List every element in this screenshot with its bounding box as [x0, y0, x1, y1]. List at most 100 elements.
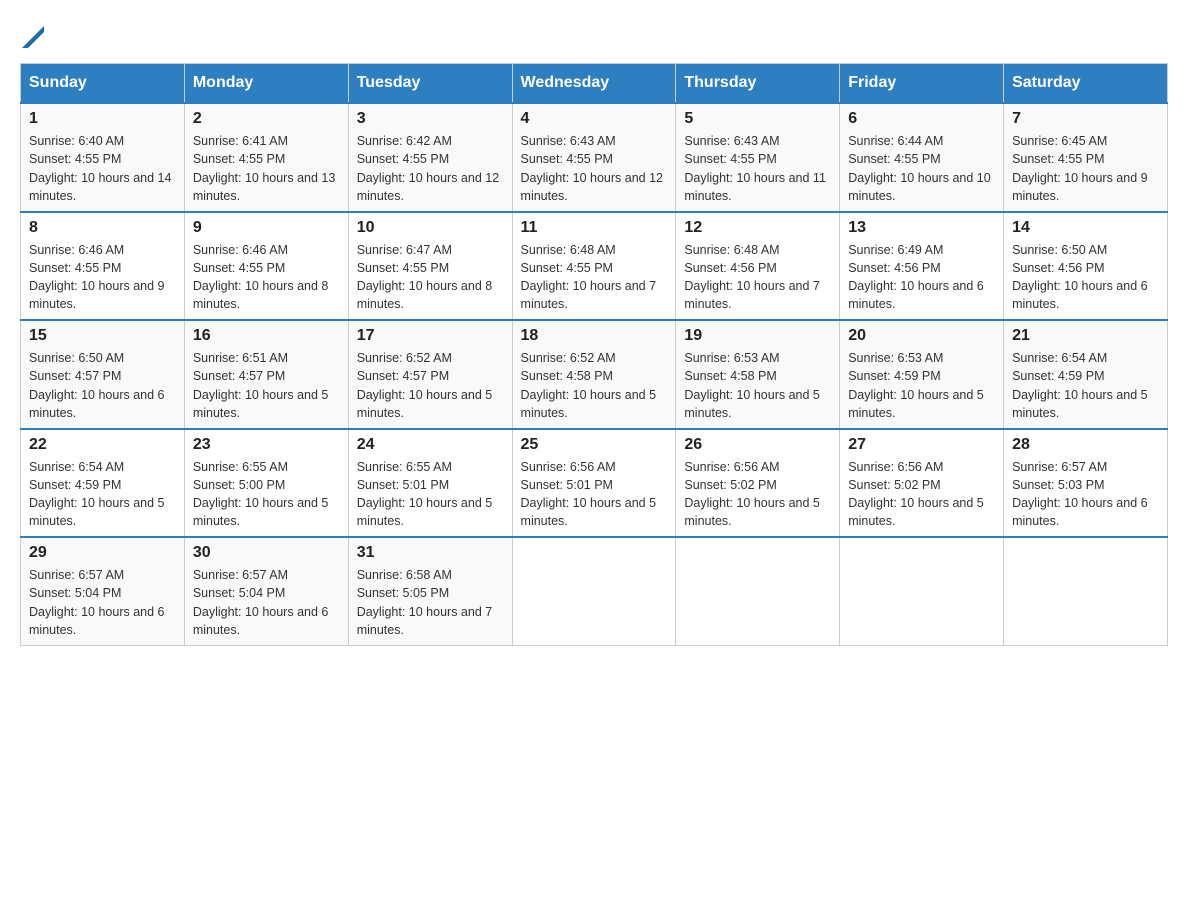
logo-icon	[22, 26, 44, 48]
weekday-header-row: SundayMondayTuesdayWednesdayThursdayFrid…	[21, 64, 1168, 104]
day-info: Sunrise: 6:41 AMSunset: 4:55 PMDaylight:…	[193, 132, 340, 205]
day-number: 29	[29, 544, 176, 562]
day-number: 14	[1012, 219, 1159, 237]
day-number: 6	[848, 110, 995, 128]
calendar-cell: 20 Sunrise: 6:53 AMSunset: 4:59 PMDayligh…	[840, 320, 1004, 429]
calendar-cell: 29Sunrise: 6:57 AMSunset: 5:04 PMDayligh…	[21, 537, 185, 645]
calendar-cell	[512, 537, 676, 645]
day-info: Sunrise: 6:56 AMSunset: 5:02 PMDaylight:…	[684, 458, 831, 531]
day-number: 24	[357, 436, 504, 454]
calendar-cell: 7 Sunrise: 6:45 AMSunset: 4:55 PMDaylight…	[1004, 103, 1168, 212]
day-number: 28	[1012, 436, 1159, 454]
weekday-header-saturday: Saturday	[1004, 64, 1168, 104]
day-number: 16	[193, 327, 340, 345]
day-info: Sunrise: 6:54 AMSunset: 4:59 PMDaylight:…	[29, 458, 176, 531]
weekday-header-wednesday: Wednesday	[512, 64, 676, 104]
calendar-cell: 24 Sunrise: 6:55 AMSunset: 5:01 PMDayligh…	[348, 429, 512, 538]
calendar-cell: 3 Sunrise: 6:42 AMSunset: 4:55 PMDaylight…	[348, 103, 512, 212]
calendar-cell: 10Sunrise: 6:47 AMSunset: 4:55 PMDayligh…	[348, 212, 512, 321]
calendar-week-row: 29 Sunrise: 6:57 AMSunset: 5:04 PMDayligh…	[21, 537, 1168, 645]
calendar-cell: 22Sunrise: 6:54 AMSunset: 4:59 PMDayligh…	[21, 429, 185, 538]
day-number: 9	[193, 219, 340, 237]
calendar-cell: 9 Sunrise: 6:46 AMSunset: 4:55 PMDaylight…	[184, 212, 348, 321]
day-number: 11	[521, 219, 668, 237]
day-number: 19	[684, 327, 831, 345]
day-info: Sunrise: 6:53 AMSunset: 4:59 PMDaylight:…	[848, 349, 995, 422]
calendar-cell: 25 Sunrise: 6:56 AMSunset: 5:01 PMDayligh…	[512, 429, 676, 538]
day-info: Sunrise: 6:57 AMSunset: 5:04 PMDaylight:…	[193, 566, 340, 639]
day-number: 27	[848, 436, 995, 454]
day-info: Sunrise: 6:56 AMSunset: 5:02 PMDaylight:…	[848, 458, 995, 531]
day-info: Sunrise: 6:48 AMSunset: 4:55 PMDaylight:…	[521, 241, 668, 314]
day-number: 1	[29, 110, 176, 128]
page-header	[20, 20, 1168, 53]
day-info: Sunrise: 6:44 AMSunset: 4:55 PMDaylight:…	[848, 132, 995, 205]
day-number: 26	[684, 436, 831, 454]
calendar-cell: 19 Sunrise: 6:53 AMSunset: 4:58 PMDayligh…	[676, 320, 840, 429]
calendar-cell: 13Sunrise: 6:49 AMSunset: 4:56 PMDayligh…	[840, 212, 1004, 321]
weekday-header-friday: Friday	[840, 64, 1004, 104]
calendar-cell: 12Sunrise: 6:48 AMSunset: 4:56 PMDayligh…	[676, 212, 840, 321]
calendar-cell: 4 Sunrise: 6:43 AMSunset: 4:55 PMDaylight…	[512, 103, 676, 212]
day-info: Sunrise: 6:56 AMSunset: 5:01 PMDaylight:…	[521, 458, 668, 531]
calendar-cell: 1 Sunrise: 6:40 AMSunset: 4:55 PMDaylight…	[21, 103, 185, 212]
day-info: Sunrise: 6:53 AMSunset: 4:58 PMDaylight:…	[684, 349, 831, 422]
day-info: Sunrise: 6:50 AMSunset: 4:57 PMDaylight:…	[29, 349, 176, 422]
calendar-cell: 11 Sunrise: 6:48 AMSunset: 4:55 PMDayligh…	[512, 212, 676, 321]
day-number: 31	[357, 544, 504, 562]
calendar-cell: 14 Sunrise: 6:50 AMSunset: 4:56 PMDayligh…	[1004, 212, 1168, 321]
weekday-header-sunday: Sunday	[21, 64, 185, 104]
day-info: Sunrise: 6:49 AMSunset: 4:56 PMDaylight:…	[848, 241, 995, 314]
calendar-cell: 16 Sunrise: 6:51 AMSunset: 4:57 PMDayligh…	[184, 320, 348, 429]
day-number: 23	[193, 436, 340, 454]
calendar-cell	[1004, 537, 1168, 645]
calendar-cell	[676, 537, 840, 645]
day-info: Sunrise: 6:52 AMSunset: 4:57 PMDaylight:…	[357, 349, 504, 422]
day-info: Sunrise: 6:42 AMSunset: 4:55 PMDaylight:…	[357, 132, 504, 205]
weekday-header-thursday: Thursday	[676, 64, 840, 104]
calendar-cell	[840, 537, 1004, 645]
calendar-table: SundayMondayTuesdayWednesdayThursdayFrid…	[20, 63, 1168, 646]
day-number: 7	[1012, 110, 1159, 128]
calendar-cell: 8 Sunrise: 6:46 AMSunset: 4:55 PMDaylight…	[21, 212, 185, 321]
calendar-cell: 2Sunrise: 6:41 AMSunset: 4:55 PMDaylight…	[184, 103, 348, 212]
day-info: Sunrise: 6:55 AMSunset: 5:01 PMDaylight:…	[357, 458, 504, 531]
day-number: 18	[521, 327, 668, 345]
calendar-cell: 5 Sunrise: 6:43 AMSunset: 4:55 PMDaylight…	[676, 103, 840, 212]
calendar-cell: 28 Sunrise: 6:57 AMSunset: 5:03 PMDayligh…	[1004, 429, 1168, 538]
calendar-cell: 30Sunrise: 6:57 AMSunset: 5:04 PMDayligh…	[184, 537, 348, 645]
day-info: Sunrise: 6:55 AMSunset: 5:00 PMDaylight:…	[193, 458, 340, 531]
day-info: Sunrise: 6:57 AMSunset: 5:03 PMDaylight:…	[1012, 458, 1159, 531]
day-info: Sunrise: 6:46 AMSunset: 4:55 PMDaylight:…	[29, 241, 176, 314]
calendar-cell: 17Sunrise: 6:52 AMSunset: 4:57 PMDayligh…	[348, 320, 512, 429]
day-number: 25	[521, 436, 668, 454]
day-info: Sunrise: 6:46 AMSunset: 4:55 PMDaylight:…	[193, 241, 340, 314]
calendar-cell: 23 Sunrise: 6:55 AMSunset: 5:00 PMDayligh…	[184, 429, 348, 538]
weekday-header-tuesday: Tuesday	[348, 64, 512, 104]
calendar-week-row: 8 Sunrise: 6:46 AMSunset: 4:55 PMDaylight…	[21, 212, 1168, 321]
day-number: 20	[848, 327, 995, 345]
day-info: Sunrise: 6:52 AMSunset: 4:58 PMDaylight:…	[521, 349, 668, 422]
logo	[20, 20, 44, 53]
day-info: Sunrise: 6:50 AMSunset: 4:56 PMDaylight:…	[1012, 241, 1159, 314]
day-number: 15	[29, 327, 176, 345]
calendar-week-row: 22Sunrise: 6:54 AMSunset: 4:59 PMDayligh…	[21, 429, 1168, 538]
calendar-week-row: 1 Sunrise: 6:40 AMSunset: 4:55 PMDaylight…	[21, 103, 1168, 212]
day-number: 3	[357, 110, 504, 128]
calendar-week-row: 15 Sunrise: 6:50 AMSunset: 4:57 PMDayligh…	[21, 320, 1168, 429]
day-number: 21	[1012, 327, 1159, 345]
day-info: Sunrise: 6:45 AMSunset: 4:55 PMDaylight:…	[1012, 132, 1159, 205]
day-number: 5	[684, 110, 831, 128]
day-number: 10	[357, 219, 504, 237]
day-info: Sunrise: 6:51 AMSunset: 4:57 PMDaylight:…	[193, 349, 340, 422]
day-info: Sunrise: 6:43 AMSunset: 4:55 PMDaylight:…	[684, 132, 831, 205]
calendar-cell: 15 Sunrise: 6:50 AMSunset: 4:57 PMDayligh…	[21, 320, 185, 429]
calendar-cell: 18 Sunrise: 6:52 AMSunset: 4:58 PMDayligh…	[512, 320, 676, 429]
day-number: 8	[29, 219, 176, 237]
day-number: 4	[521, 110, 668, 128]
calendar-cell: 6 Sunrise: 6:44 AMSunset: 4:55 PMDaylight…	[840, 103, 1004, 212]
day-info: Sunrise: 6:40 AMSunset: 4:55 PMDaylight:…	[29, 132, 176, 205]
weekday-header-monday: Monday	[184, 64, 348, 104]
day-info: Sunrise: 6:54 AMSunset: 4:59 PMDaylight:…	[1012, 349, 1159, 422]
day-info: Sunrise: 6:43 AMSunset: 4:55 PMDaylight:…	[521, 132, 668, 205]
